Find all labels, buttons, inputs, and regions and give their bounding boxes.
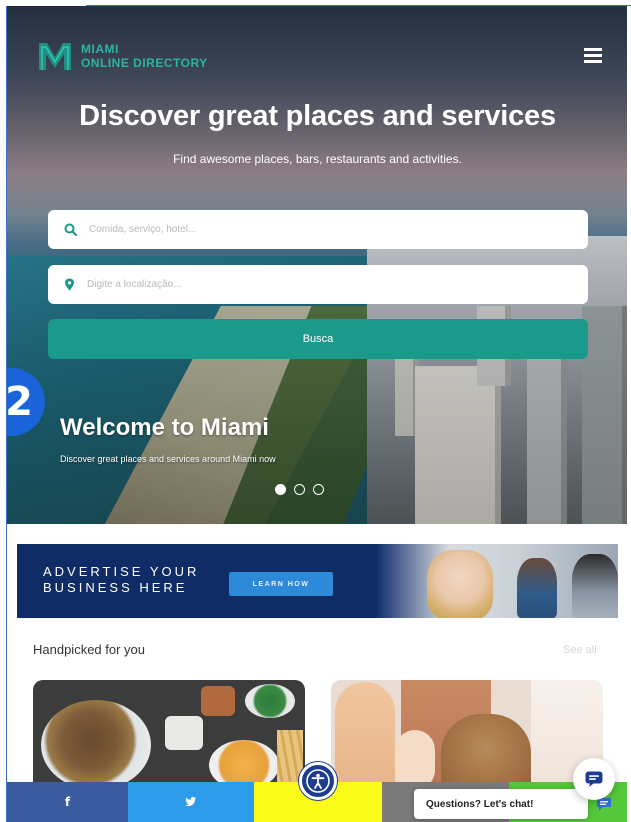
facebook-icon: f <box>64 795 71 809</box>
accessibility-icon <box>306 769 330 793</box>
food-photo <box>245 684 295 718</box>
search-what-field[interactable] <box>48 210 588 249</box>
mobile-page: MIAMI ONLINE DIRECTORY Discover great pl… <box>6 6 627 822</box>
logo-m-icon <box>39 43 71 70</box>
search-where-input[interactable] <box>87 279 567 290</box>
site-logo[interactable]: MIAMI ONLINE DIRECTORY <box>37 40 208 72</box>
hero-subtitle: Find awesome places, bars, restaurants a… <box>173 152 462 166</box>
ad-photo-person <box>517 558 557 618</box>
hamburger-menu-icon[interactable] <box>584 48 602 64</box>
search-button[interactable]: Busca <box>48 319 588 359</box>
map-pin-icon <box>65 278 74 291</box>
ad-headline: ADVERTISE YOUR BUSINESS HERE <box>43 564 199 596</box>
ad-line-1: ADVERTISE YOUR <box>43 564 200 579</box>
section-title: Handpicked for you <box>33 642 146 657</box>
logo-line-1: MIAMI <box>81 42 119 56</box>
ad-photo-person <box>572 554 618 618</box>
search-what-input[interactable] <box>89 224 569 235</box>
twitter-bird-icon <box>185 797 197 807</box>
logo-line-2: ONLINE DIRECTORY <box>81 56 208 70</box>
accessibility-button[interactable] <box>299 762 337 800</box>
carousel-dots <box>275 484 324 495</box>
salon-photo <box>395 730 435 790</box>
carousel-dot-3[interactable] <box>313 484 324 495</box>
ad-line-2: BUSINESS HERE <box>43 580 188 595</box>
message-icon <box>585 771 603 787</box>
logo-text: MIAMI ONLINE DIRECTORY <box>81 42 208 70</box>
ad-photo-person <box>427 550 493 618</box>
share-facebook-button[interactable]: f <box>7 782 128 822</box>
search-icon <box>64 223 77 236</box>
food-photo <box>165 716 203 750</box>
hero-section: MIAMI ONLINE DIRECTORY Discover great pl… <box>7 6 627 524</box>
food-photo <box>41 700 151 790</box>
chat-prompt[interactable]: Questions? Let's chat! <box>414 789 588 819</box>
learn-how-button[interactable]: LEARN HOW <box>229 572 333 596</box>
slide-subtitle: Discover great places and services aroun… <box>60 454 276 464</box>
see-all-link[interactable]: See all <box>563 644 597 656</box>
slide-title: Welcome to Miami <box>60 414 269 441</box>
share-twitter-button[interactable] <box>128 782 254 822</box>
advertise-banner[interactable]: ADVERTISE YOUR BUSINESS HERE LEARN HOW <box>17 544 618 618</box>
chat-launcher-button[interactable] <box>573 758 615 800</box>
food-photo <box>201 686 235 716</box>
carousel-dot-1[interactable] <box>275 484 286 495</box>
hero-title: Discover great places and services <box>79 100 556 132</box>
carousel-dot-2[interactable] <box>294 484 305 495</box>
search-where-field[interactable] <box>48 265 588 304</box>
